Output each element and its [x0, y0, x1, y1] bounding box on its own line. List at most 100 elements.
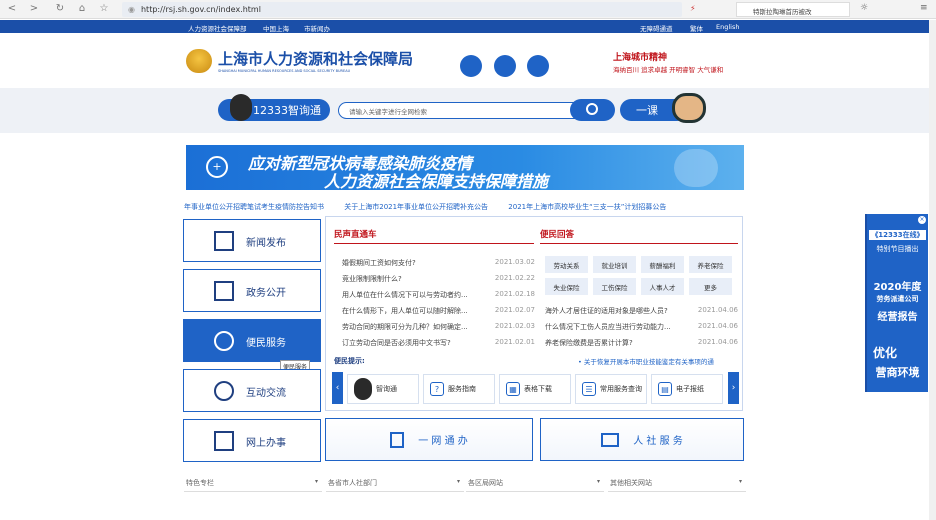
- one-net-label: 一 网 通 办: [418, 436, 468, 447]
- select-district-sites[interactable]: 各区局网站 ▾: [466, 478, 604, 492]
- tips-text[interactable]: • 关于恢复开展本市职业技能鉴定有关事项的通: [578, 356, 740, 366]
- home-icon[interactable]: ⌂: [74, 3, 90, 14]
- direct-item[interactable]: 订立劳动合同是否必须用中文书写? 2021.02.01: [342, 338, 535, 348]
- side-menu-news[interactable]: 新闻发布: [183, 219, 321, 262]
- select-label: 其他相关网站: [610, 479, 652, 487]
- answer-item-text: 什么情况下工伤人员应当进行劳动能力...: [545, 323, 671, 331]
- newspaper-icon: [214, 231, 234, 251]
- tag-unemployment[interactable]: 失业保险: [545, 278, 588, 295]
- tag-labor-relations[interactable]: 劳动关系: [545, 256, 588, 273]
- chevron-down-icon: ▾: [596, 478, 600, 485]
- table-icon: ▦: [506, 382, 520, 396]
- reload-icon[interactable]: ↻: [52, 3, 68, 14]
- answer-item[interactable]: 养老保险缴费是否累计计算? 2021.04.06: [545, 338, 738, 348]
- robot-small-icon: [354, 378, 372, 400]
- tag-salary-welfare[interactable]: 薪酬福利: [641, 256, 684, 273]
- toplink-traditional[interactable]: 繁体: [690, 23, 703, 33]
- answer-item-date: 2021.04.06: [697, 306, 738, 314]
- mobile-icon[interactable]: [494, 55, 516, 77]
- toplink-english[interactable]: English: [716, 23, 739, 31]
- ad-mid-line3: 经营报告: [877, 312, 918, 323]
- toplink-shanghai[interactable]: 中国上海: [263, 23, 289, 33]
- answers-section-underline: [540, 243, 738, 244]
- browser-search-box[interactable]: 特斯拉陶琳首历被改: [736, 2, 850, 17]
- epidemic-banner[interactable]: + 应对新型冠状病毒感染肺炎疫情 人力资源社会保障支持保障措施: [186, 145, 744, 190]
- ticker-item[interactable]: 2021年上海市高校毕业生“三支一扶”计划招募公告: [508, 203, 666, 211]
- ticker-item[interactable]: 关于上海市2021年事业单位公开招聘补充公告: [344, 203, 488, 211]
- side-menu-interaction[interactable]: 互动交流: [183, 369, 321, 412]
- service-label: 电子报纸: [676, 385, 704, 393]
- tips-label: 便民提示:: [334, 357, 365, 365]
- select-label: 各区局网站: [468, 479, 503, 487]
- service-e-newspaper[interactable]: ▤ 电子报纸: [651, 374, 723, 404]
- direct-item-text: 竞业限制限制什么?: [342, 275, 402, 283]
- ad-close-icon[interactable]: ×: [918, 216, 926, 224]
- ad-bottom-line2: 营商环境: [875, 366, 920, 379]
- select-label: 各省市人社部门: [328, 479, 377, 487]
- document-icon: [214, 281, 234, 301]
- ad-top-line2: 特别节目播出: [876, 245, 919, 253]
- direct-item-date: 2021.03.02: [494, 258, 535, 266]
- shield-plus-icon: +: [206, 156, 228, 178]
- service-common-query[interactable]: ☰ 常用服务查询: [575, 374, 647, 404]
- direct-section-underline: [334, 243, 534, 244]
- one-net-service-box[interactable]: 一 网 通 办: [325, 418, 533, 461]
- carousel-next-button[interactable]: ›: [728, 372, 739, 404]
- ticker-item[interactable]: 年事业单位公开招聘笔试考生疫情防控告知书: [184, 203, 324, 211]
- app-icon[interactable]: [527, 55, 549, 77]
- city-spirit-title: 上海城市精神: [613, 53, 668, 63]
- menu-icon[interactable]: ≡: [920, 3, 928, 13]
- tag-personnel-talent[interactable]: 人事人才: [641, 278, 684, 295]
- tag-employment-training[interactable]: 就业培训: [593, 256, 636, 273]
- settings-icon[interactable]: ☼: [860, 3, 868, 13]
- page-scrollbar[interactable]: [929, 20, 936, 520]
- carousel-prev-button[interactable]: ‹: [332, 372, 343, 404]
- answer-item[interactable]: 海外人才居住证的适用对象是哪些人员? 2021.04.06: [545, 306, 738, 316]
- cartoon-character-icon: [672, 93, 706, 123]
- site-title[interactable]: 上海市人力资源和社会保障局: [218, 48, 413, 69]
- tag-more[interactable]: 更多: [689, 278, 732, 295]
- service-forms-download[interactable]: ▦ 表格下载: [499, 374, 571, 404]
- direct-item[interactable]: 在什么情形下，用人单位可以随时解除... 2021.02.07: [342, 306, 535, 316]
- robot-avatar-icon: [230, 94, 252, 121]
- service-label: 服务指南: [448, 385, 476, 393]
- toplink-accessibility[interactable]: 无障碍通道: [640, 23, 673, 33]
- service-label: 表格下载: [524, 385, 552, 393]
- newspaper-small-icon: ▤: [658, 382, 672, 396]
- search-input[interactable]: 请输入关键字进行全网检索: [338, 102, 603, 119]
- direct-section-title[interactable]: 民声直通车: [334, 228, 377, 240]
- answer-item[interactable]: 什么情况下工伤人员应当进行劳动能力... 2021.04.06: [545, 322, 738, 332]
- zhixuntong-button[interactable]: 12333智询通: [218, 94, 330, 121]
- extension-icon[interactable]: ⚡: [690, 4, 696, 13]
- service-guide[interactable]: ? 服务指南: [423, 374, 495, 404]
- bookmark-star-icon[interactable]: ☆: [96, 3, 112, 14]
- address-bar[interactable]: ◉ http://rsj.sh.gov.cn/index.html: [122, 2, 682, 17]
- direct-item[interactable]: 婚假期间工资如何支付? 2021.03.02: [342, 258, 535, 268]
- site-header: 上海市人力资源和社会保障局 SHANGHAI MUNICIPAL HUMAN R…: [0, 33, 936, 88]
- select-provincial-depts[interactable]: 各省市人社部门 ▾: [326, 478, 464, 492]
- hr-service-label: 人 社 服 务: [633, 436, 683, 447]
- direct-item[interactable]: 用人单位在什么情况下可以与劳动者约... 2021.02.18: [342, 290, 535, 300]
- search-icon: [586, 103, 598, 115]
- tag-pension[interactable]: 养老保险: [689, 256, 732, 273]
- select-other-sites[interactable]: 其他相关网站 ▾: [608, 478, 746, 492]
- lungs-icon: [674, 149, 718, 187]
- answers-section-title[interactable]: 便民回答: [540, 228, 574, 240]
- chevron-down-icon: ▾: [314, 478, 318, 485]
- toplink-news-office[interactable]: 市新闻办: [304, 23, 330, 33]
- direct-item[interactable]: 劳动合同的期限可分为几种？如何确定... 2021.02.03: [342, 322, 535, 332]
- tag-injury-insurance[interactable]: 工伤保险: [593, 278, 636, 295]
- toplink-mohrss[interactable]: 人力资源社会保障部: [188, 23, 247, 33]
- side-menu-online-service[interactable]: 网上办事: [183, 419, 321, 462]
- right-floating-ad[interactable]: × 《12333在线》 特别节目播出 2020年度 劳务派遣公司 经营报告 优化…: [865, 214, 928, 392]
- side-menu-services[interactable]: 便民服务: [183, 319, 321, 362]
- side-menu-gov-affairs[interactable]: 政务公开: [183, 269, 321, 312]
- back-icon[interactable]: <: [4, 3, 20, 14]
- forward-icon[interactable]: >: [26, 3, 42, 14]
- select-special-columns[interactable]: 特色专栏 ▾: [184, 478, 322, 492]
- answer-item-text: 海外人才居住证的适用对象是哪些人员?: [545, 307, 668, 315]
- service-zhixuntong[interactable]: 智询通: [347, 374, 419, 404]
- hr-service-box[interactable]: 人 社 服 务: [540, 418, 744, 461]
- direct-item[interactable]: 竞业限制限制什么? 2021.02.22: [342, 274, 535, 284]
- weibo-icon[interactable]: [460, 55, 482, 77]
